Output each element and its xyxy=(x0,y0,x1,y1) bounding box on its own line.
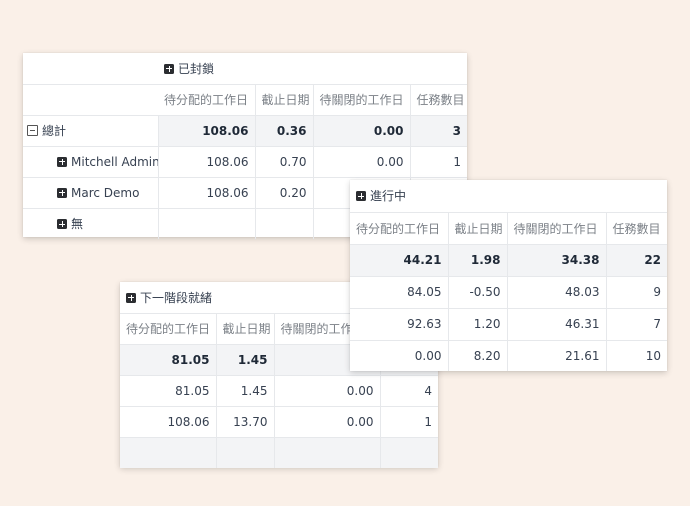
cell-value[interactable]: 1.98 xyxy=(448,244,508,277)
expand-plus-icon[interactable] xyxy=(126,292,136,303)
cell-value[interactable]: 92.63 xyxy=(350,308,449,341)
expand-plus-icon[interactable] xyxy=(164,63,174,74)
cell-value[interactable]: -0.50 xyxy=(448,276,508,309)
pivot-card-in-progress: 進行中 待分配的工作日 截止日期 待關閉的工作日 任務數目 44.21 1.98… xyxy=(350,180,668,371)
cell-value[interactable]: 34.38 xyxy=(507,244,607,277)
cell-value[interactable]: 108.06 xyxy=(158,115,256,147)
cell-value[interactable] xyxy=(255,208,314,239)
cell-value[interactable] xyxy=(274,437,381,468)
cell-value[interactable] xyxy=(120,437,217,468)
cell-value[interactable]: 0.00 xyxy=(274,375,381,407)
cell-value[interactable]: 22 xyxy=(606,244,668,277)
cell-value[interactable]: 0.36 xyxy=(255,115,314,147)
cell-value[interactable] xyxy=(216,437,275,468)
cell-value[interactable]: 108.06 xyxy=(158,146,256,178)
pivot-table-in-progress: 進行中 待分配的工作日 截止日期 待關閉的工作日 任務數目 44.21 1.98… xyxy=(350,180,668,371)
cell-value[interactable]: 0.00 xyxy=(313,146,411,178)
cell-value[interactable]: 10 xyxy=(606,340,667,371)
cell-value[interactable]: 21.61 xyxy=(507,340,607,371)
expand-plus-icon[interactable] xyxy=(57,156,67,167)
table-row: 81.05 1.45 0.00 4 xyxy=(120,375,439,407)
cell-value[interactable]: 0.70 xyxy=(255,146,314,178)
expand-plus-icon[interactable] xyxy=(57,187,67,198)
row-header-marc-demo[interactable]: Marc Demo xyxy=(23,177,159,209)
expand-plus-icon[interactable] xyxy=(57,219,67,230)
cell-value[interactable]: 1.20 xyxy=(448,308,508,341)
measure-header-deadline[interactable]: 截止日期 xyxy=(448,212,508,245)
corner-cell xyxy=(23,84,158,116)
measure-header-allocated[interactable]: 待分配的工作日 xyxy=(350,212,449,245)
cell-value[interactable]: 0.00 xyxy=(274,406,381,438)
table-row: 總計 108.06 0.36 0.00 3 xyxy=(23,115,468,147)
cell-value[interactable]: 81.05 xyxy=(120,375,217,407)
table-row: 84.05 -0.50 48.03 9 xyxy=(350,276,668,309)
cell-value[interactable]: 0.20 xyxy=(255,177,314,209)
measure-header-close[interactable]: 待關閉的工作日 xyxy=(313,84,411,116)
cell-value[interactable]: 0.00 xyxy=(350,340,449,371)
cell-value[interactable]: 8.20 xyxy=(448,340,508,371)
cell-value[interactable]: 1 xyxy=(410,146,468,178)
group-header-blocked[interactable]: 已封鎖 xyxy=(158,53,468,85)
cell-value[interactable]: 46.31 xyxy=(507,308,607,341)
row-header-none[interactable]: 無 xyxy=(23,208,159,239)
table-row: 0.00 8.20 21.61 10 xyxy=(350,340,667,371)
cell-value[interactable]: 3 xyxy=(410,115,468,147)
cell-value[interactable]: 7 xyxy=(606,308,668,341)
measure-header-deadline[interactable]: 截止日期 xyxy=(255,84,314,116)
cell-value[interactable]: 1.45 xyxy=(216,375,275,407)
collapse-minus-icon[interactable] xyxy=(27,125,38,136)
cell-value[interactable]: 9 xyxy=(606,276,668,309)
row-header-total[interactable]: 總計 xyxy=(23,115,159,147)
expand-plus-icon[interactable] xyxy=(356,191,366,202)
cell-value[interactable] xyxy=(380,437,439,468)
measure-header-count[interactable]: 任務數目 xyxy=(606,212,668,245)
measure-header-close[interactable]: 待關閉的工作日 xyxy=(507,212,607,245)
cell-value[interactable]: 44.21 xyxy=(350,244,449,277)
table-row: Mitchell Admin 108.06 0.70 0.00 1 xyxy=(23,146,468,178)
cell-value[interactable]: 108.06 xyxy=(158,177,256,209)
cell-value[interactable]: 1.45 xyxy=(216,344,275,376)
measure-header-allocated[interactable]: 待分配的工作日 xyxy=(158,84,256,116)
cell-value[interactable]: 13.70 xyxy=(216,406,275,438)
measure-header-allocated[interactable]: 待分配的工作日 xyxy=(120,313,217,345)
cell-value[interactable] xyxy=(158,208,256,239)
row-header-mitchell-admin[interactable]: Mitchell Admin xyxy=(23,146,159,178)
table-row xyxy=(120,437,439,468)
measure-header-deadline[interactable]: 截止日期 xyxy=(216,313,275,345)
cell-value[interactable]: 1 xyxy=(380,406,439,438)
table-row: 108.06 13.70 0.00 1 xyxy=(120,406,439,438)
table-row: 44.21 1.98 34.38 22 xyxy=(350,244,668,277)
cell-value[interactable]: 84.05 xyxy=(350,276,449,309)
group-header-in-progress[interactable]: 進行中 xyxy=(350,180,668,213)
table-row: 92.63 1.20 46.31 7 xyxy=(350,308,668,341)
measure-header-count[interactable]: 任務數目 xyxy=(410,84,468,116)
cell-value[interactable]: 4 xyxy=(380,375,439,407)
cell-value[interactable]: 0.00 xyxy=(313,115,411,147)
cell-value[interactable]: 81.05 xyxy=(120,344,217,376)
cell-value[interactable]: 108.06 xyxy=(120,406,217,438)
corner-cell xyxy=(23,53,158,85)
cell-value[interactable]: 48.03 xyxy=(507,276,607,309)
